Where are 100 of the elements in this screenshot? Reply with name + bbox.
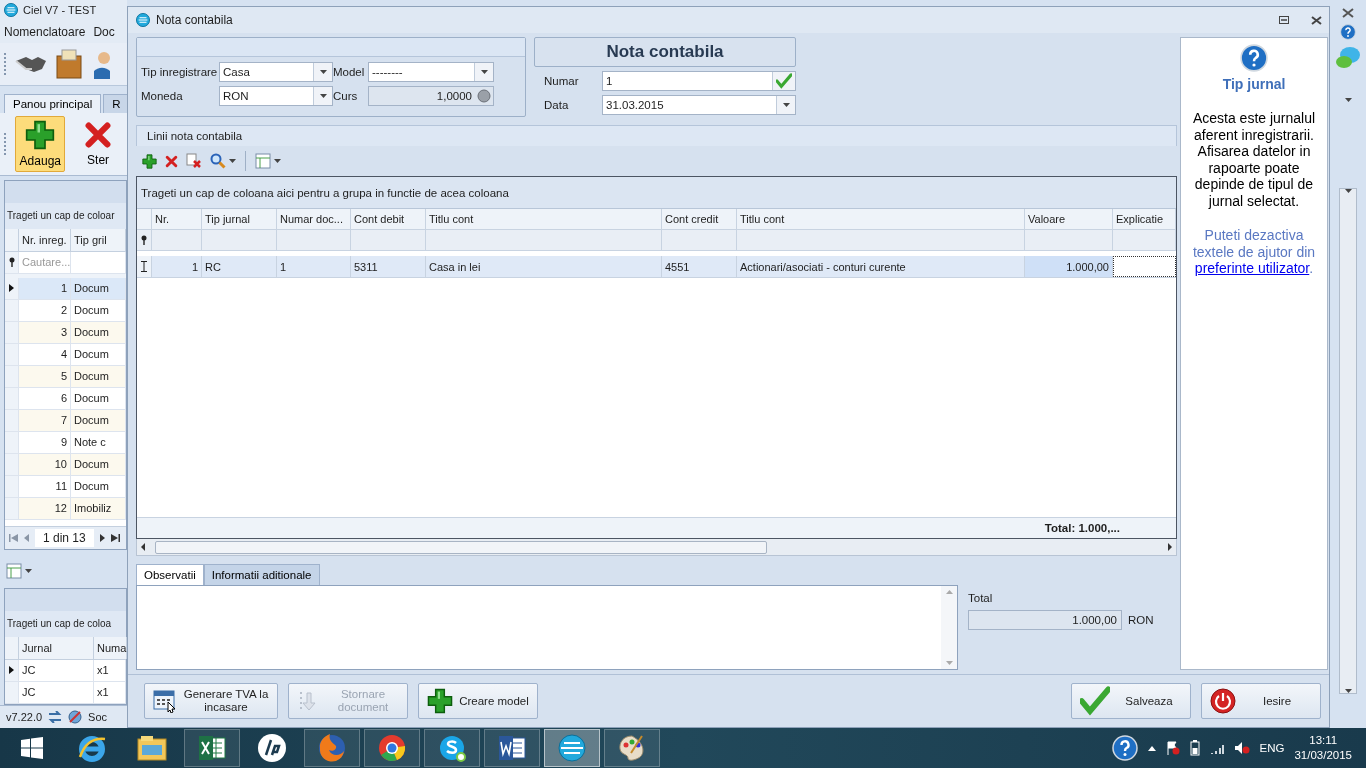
search-button[interactable] xyxy=(208,151,238,171)
taskbar-app-button[interactable] xyxy=(544,729,600,767)
palette-icon xyxy=(617,733,647,763)
last-page-icon[interactable] xyxy=(110,533,120,542)
menu-item[interactable]: Doc xyxy=(93,24,115,39)
previous-page-icon[interactable] xyxy=(24,533,29,542)
striped-ball-icon xyxy=(557,733,587,763)
columns-button[interactable] xyxy=(253,151,283,171)
plus-icon xyxy=(25,119,56,150)
table-row[interactable]: 7 Docum xyxy=(5,409,126,432)
cross-icon xyxy=(84,120,113,149)
table-row[interactable]: JC x1 xyxy=(5,681,126,704)
date-picker[interactable]: 31.03.2015 xyxy=(602,95,796,115)
scroll-right-icon xyxy=(1168,543,1172,551)
horizontal-scrollbar[interactable] xyxy=(136,539,1177,556)
table-cell: 4551 xyxy=(662,256,737,277)
section-header: Linii nota contabila xyxy=(136,125,1177,146)
table-row[interactable]: 1 Docum xyxy=(5,277,126,300)
column-header[interactable]: Tip gril xyxy=(71,228,126,251)
clock-date[interactable]: 31/03/2015 xyxy=(1294,748,1352,763)
table-row[interactable]: 4 Docum xyxy=(5,343,126,366)
tab[interactable]: Informatii aditionale xyxy=(203,564,320,585)
add-button[interactable] xyxy=(140,151,159,171)
table-cell: 11 xyxy=(19,475,71,497)
column-header[interactable]: Nr. xyxy=(152,209,202,229)
tab[interactable]: R xyxy=(103,93,130,113)
coin-icon[interactable] xyxy=(477,89,491,103)
preferences-link[interactable]: preferinte utilizator xyxy=(1194,260,1310,276)
notes-field[interactable] xyxy=(136,585,958,670)
menu-item[interactable]: Nomenclatoare xyxy=(4,24,86,39)
caret-icon xyxy=(319,94,327,98)
chat-s-icon xyxy=(437,733,467,763)
table-row[interactable]: 11 Docum xyxy=(5,475,126,498)
input-field[interactable]: 1 xyxy=(602,71,796,91)
signal-bars-icon[interactable] xyxy=(1209,742,1224,754)
table-row[interactable]: 9 Note c xyxy=(5,431,126,454)
column-header[interactable]: Cont credit xyxy=(662,209,737,229)
help-icon[interactable] xyxy=(1111,735,1138,761)
scroll-up-icon xyxy=(945,590,953,594)
language-indicator[interactable]: ENG xyxy=(1259,742,1285,754)
taskbar-app-button[interactable] xyxy=(424,729,480,767)
column-header[interactable]: Valoare xyxy=(1025,209,1113,229)
table-row[interactable]: 5 Docum xyxy=(5,365,126,388)
version-label: v7.22.0 xyxy=(6,710,43,723)
speaker-muted-icon[interactable] xyxy=(1233,741,1250,755)
table-row[interactable]: 2 Docum xyxy=(5,299,126,322)
save-button[interactable]: Salveaza xyxy=(1071,683,1191,719)
tab[interactable]: Panou principal xyxy=(4,93,102,113)
table-cell: 1.000,00 xyxy=(1025,256,1113,277)
ribbon-button[interactable]: Adauga xyxy=(15,115,66,172)
ribbon-button[interactable]: Ster xyxy=(73,115,123,172)
column-header[interactable]: Explicatie xyxy=(1113,209,1176,229)
table-row[interactable]: 10 Docum xyxy=(5,453,126,476)
column-header[interactable]: Cont debit xyxy=(351,209,426,229)
caret-icon xyxy=(1344,98,1352,102)
column-header[interactable]: Titlu cont xyxy=(426,209,662,229)
table-row[interactable]: 3 Docum xyxy=(5,321,126,344)
clock-time[interactable]: 13:11 xyxy=(1309,733,1338,748)
taskbar-app-button[interactable] xyxy=(184,729,240,767)
column-header[interactable]: Titlu cont xyxy=(737,209,1025,229)
row-pointer-icon xyxy=(9,666,14,675)
dropdown[interactable]: Casa xyxy=(219,62,333,82)
table-row[interactable]: 1 RC 1 5311 Casa in lei 4551 Actionari/asociati - conturi curente 1.000,00 xyxy=(137,256,1176,278)
document-icon xyxy=(498,735,526,761)
taskbar-app-button[interactable] xyxy=(484,729,540,767)
dropdown[interactable]: RON xyxy=(219,86,333,106)
taskbar-app-button[interactable] xyxy=(604,729,660,767)
table-row[interactable]: JC x1 xyxy=(5,659,126,682)
exit-button[interactable]: Iesire xyxy=(1201,683,1321,719)
globe-icon[interactable] xyxy=(68,709,83,724)
vat-button[interactable]: Generare TVA la incasare xyxy=(144,683,278,719)
flag-icon[interactable] xyxy=(1165,741,1180,755)
tab[interactable]: Observatii xyxy=(136,564,204,585)
caret-up-icon[interactable] xyxy=(1147,745,1156,751)
scrollbar[interactable] xyxy=(1339,188,1357,694)
table-cell: Docum xyxy=(71,321,126,343)
add-button[interactable]: Creare model xyxy=(418,683,538,719)
table-row[interactable]: 12 Imobiliz xyxy=(5,497,126,520)
scroll-down-icon xyxy=(945,661,953,665)
table-cell: 7 xyxy=(19,409,71,431)
box-icon[interactable] xyxy=(54,48,84,81)
dropdown[interactable]: -------- xyxy=(368,62,494,82)
folder-icon xyxy=(137,735,167,761)
first-page-icon[interactable] xyxy=(9,533,18,542)
group-hint: Trageti un cap de coloar xyxy=(5,202,126,229)
table-cell: Actionari/asociati - conturi curente xyxy=(737,256,1025,277)
sync-arrows-icon[interactable] xyxy=(48,710,63,723)
close-icon[interactable] xyxy=(1342,8,1354,18)
papers-cross-icon xyxy=(186,153,202,169)
table-cell: RC xyxy=(202,256,277,277)
status-text: Soc xyxy=(88,710,108,723)
table-row[interactable]: 6 Docum xyxy=(5,387,126,410)
table-cell: Casa in lei xyxy=(426,256,662,277)
column-header[interactable]: Nr. inreg. xyxy=(19,228,71,251)
next-page-icon[interactable] xyxy=(99,533,105,542)
taskbar-app-button[interactable] xyxy=(364,729,420,767)
battery-icon[interactable] xyxy=(1189,740,1200,756)
table-cell: 4 xyxy=(19,343,71,365)
column-header[interactable]: Tip jurnal xyxy=(202,209,277,229)
column-header[interactable]: Numar doc... xyxy=(277,209,351,229)
